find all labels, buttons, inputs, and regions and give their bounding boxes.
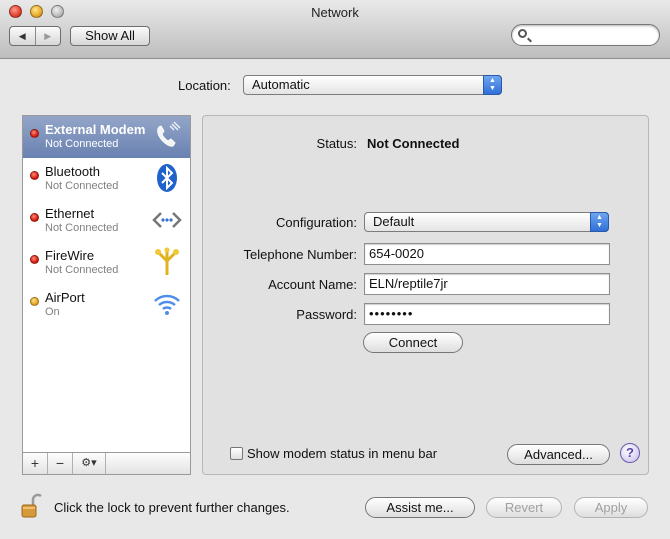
- location-label: Location:: [178, 78, 231, 93]
- account-name-field[interactable]: ELN/reptile7jr: [364, 273, 610, 295]
- service-item-airport[interactable]: AirPort On: [23, 284, 190, 326]
- revert-button[interactable]: Revert: [486, 497, 562, 518]
- advanced-button[interactable]: Advanced...: [507, 444, 610, 465]
- status-dot-icon: [30, 171, 39, 180]
- lock-message: Click the lock to prevent further change…: [54, 500, 290, 515]
- apply-button[interactable]: Apply: [574, 497, 648, 518]
- telephone-number-field[interactable]: 654-0020: [364, 243, 610, 265]
- service-name: Bluetooth: [45, 164, 100, 179]
- service-item-ethernet[interactable]: Ethernet Not Connected: [23, 200, 190, 242]
- location-popup[interactable]: Automatic ▲ ▼: [243, 75, 502, 95]
- back-button[interactable]: ◀: [10, 27, 35, 45]
- status-dot-icon: [30, 297, 39, 306]
- account-name-label: Account Name:: [268, 277, 357, 292]
- service-name: FireWire: [45, 248, 95, 263]
- service-status: On: [45, 306, 60, 318]
- remove-service-button[interactable]: −: [48, 453, 73, 474]
- status-value: Not Connected: [367, 136, 460, 151]
- search-icon: [518, 29, 527, 38]
- service-status: Not Connected: [45, 138, 119, 150]
- search-field[interactable]: [511, 24, 660, 46]
- service-name: Ethernet: [45, 206, 95, 221]
- password-label: Password:: [296, 307, 357, 322]
- service-detail-panel: Status: Not Connected Configuration: Def…: [202, 115, 649, 475]
- show-all-button[interactable]: Show All: [70, 26, 150, 46]
- bluetooth-icon: [157, 164, 177, 192]
- airport-icon: [154, 294, 180, 315]
- assist-me-button[interactable]: Assist me...: [365, 497, 475, 518]
- status-label: Status:: [316, 136, 357, 151]
- service-status: Not Connected: [45, 222, 119, 234]
- service-name: AirPort: [45, 290, 85, 305]
- configuration-value: Default: [373, 214, 415, 229]
- location-value: Automatic: [252, 77, 310, 92]
- service-status: Not Connected: [45, 264, 119, 276]
- ethernet-icon: [152, 212, 182, 228]
- help-button[interactable]: ?: [620, 443, 640, 463]
- popup-arrows-icon: ▲ ▼: [590, 212, 609, 232]
- network-preferences-window: Network ◀ ▶ Show All Location: Automatic…: [0, 0, 670, 539]
- service-item-bluetooth[interactable]: Bluetooth Not Connected: [23, 158, 190, 200]
- configuration-popup[interactable]: Default ▲ ▼: [364, 212, 609, 232]
- title-toolbar: Network ◀ ▶ Show All: [0, 0, 670, 59]
- service-status: Not Connected: [45, 180, 119, 192]
- status-dot-icon: [30, 129, 39, 138]
- configuration-label: Configuration:: [276, 215, 357, 230]
- lock-icon[interactable]: [20, 493, 42, 519]
- connect-button[interactable]: Connect: [363, 332, 463, 353]
- popup-arrows-icon: ▲ ▼: [483, 75, 502, 95]
- service-item-firewire[interactable]: FireWire Not Connected: [23, 242, 190, 284]
- window-title: Network: [311, 5, 359, 20]
- show-modem-status-checkbox[interactable]: [230, 447, 243, 460]
- add-service-button[interactable]: +: [23, 453, 48, 474]
- service-list: External Modem Not Connected Bluetooth N…: [22, 115, 191, 453]
- status-dot-icon: [30, 213, 39, 222]
- show-modem-status-label: Show modem status in menu bar: [247, 446, 438, 461]
- firewire-icon: [155, 247, 179, 275]
- forward-button[interactable]: ▶: [34, 27, 61, 45]
- search-input[interactable]: [532, 27, 656, 45]
- password-field[interactable]: ••••••••: [364, 303, 610, 325]
- back-forward-control: ◀ ▶: [9, 26, 61, 46]
- phone-icon: [157, 121, 181, 147]
- service-item-external-modem[interactable]: External Modem Not Connected: [23, 116, 190, 158]
- telephone-number-label: Telephone Number:: [243, 247, 357, 262]
- service-list-toolbar: + − ⚙▾: [22, 453, 191, 475]
- gear-menu-button[interactable]: ⚙▾: [73, 453, 106, 474]
- status-dot-icon: [30, 255, 39, 264]
- service-name: External Modem: [45, 122, 146, 137]
